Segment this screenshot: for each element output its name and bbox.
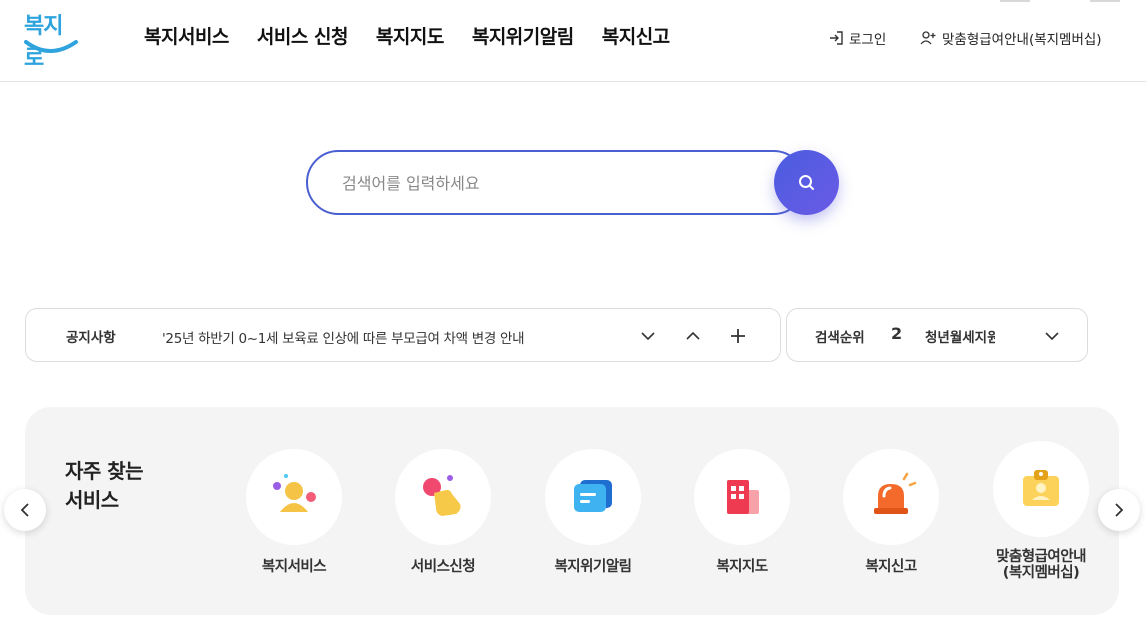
ranking-keyword[interactable]: 청년월세지원 <box>925 326 995 346</box>
search-button[interactable] <box>774 150 839 215</box>
hand-tap-icon <box>423 475 461 516</box>
notice-next-button[interactable] <box>636 324 660 348</box>
nav-service-apply[interactable]: 서비스 신청 <box>257 22 349 49</box>
login-label: 로그인 <box>849 32 887 48</box>
nav-welfare-service[interactable]: 복지서비스 <box>144 22 229 49</box>
user-plus-icon <box>920 31 936 45</box>
building-icon <box>727 480 759 514</box>
top-edge-tab <box>1000 0 1030 2</box>
chevron-right-icon <box>1115 503 1124 517</box>
top-edge-tab <box>1090 0 1120 2</box>
service-label: 복지신고 <box>865 559 917 575</box>
search-icon <box>798 174 814 190</box>
services-prev-button[interactable] <box>4 489 46 531</box>
ranking-label: 검색순위 <box>815 330 865 346</box>
service-icon-circle <box>993 441 1089 537</box>
notice-bar: 공지사항 '25년 하반기 0~1세 보육료 인상에 따른 부모급여 차액 변경… <box>25 308 781 362</box>
service-icon-circle <box>395 449 491 545</box>
service-label-line2: (복지멤버십) <box>1002 565 1080 581</box>
ranking-number: 2 <box>891 324 903 343</box>
nav-welfare-report[interactable]: 복지신고 <box>602 22 670 49</box>
site-logo[interactable]: 복지로 <box>22 8 80 71</box>
service-label-line1: 맞춤형급여안내 <box>996 549 1086 565</box>
login-link[interactable]: 로그인 <box>828 28 886 48</box>
id-card-icon <box>1023 470 1059 506</box>
search-ranking: 검색순위 2 청년월세지원 <box>786 308 1088 362</box>
service-icon-circle <box>246 449 342 545</box>
login-icon <box>830 31 843 45</box>
nav-crisis-alert[interactable]: 복지위기알림 <box>472 22 574 49</box>
search-box <box>306 150 806 215</box>
service-crisis-alert[interactable]: 복지위기알림 <box>518 449 668 575</box>
site-header: 복지로 복지서비스 서비스 신청 복지지도 복지위기알림 복지신고 로그인 맞춤… <box>0 0 1146 82</box>
service-icon-circle <box>694 449 790 545</box>
service-welfare-map[interactable]: 복지지도 <box>667 449 817 575</box>
service-label: 복지위기알림 <box>554 559 632 575</box>
person-icon <box>273 474 316 512</box>
frequent-services-panel: 자주 찾는 서비스 복지서비스 서비스신청 복지위기알림 복지지도 복지신고 맞… <box>25 407 1119 615</box>
notice-label: 공지사항 <box>66 330 116 346</box>
siren-icon <box>874 472 917 514</box>
service-label: 복지지도 <box>716 559 768 575</box>
main-nav: 복지서비스 서비스 신청 복지지도 복지위기알림 복지신고 <box>144 22 670 49</box>
notice-text[interactable]: '25년 하반기 0~1세 보육료 인상에 따른 부모급여 차액 변경 안내 <box>162 327 525 347</box>
ranking-expand-button[interactable] <box>1040 324 1064 348</box>
service-apply[interactable]: 서비스신청 <box>368 449 518 575</box>
message-icon <box>574 480 612 512</box>
services-title-line1: 자주 찾는 <box>65 459 144 483</box>
services-next-button[interactable] <box>1098 489 1140 531</box>
chevron-left-icon <box>20 503 29 517</box>
service-label: 복지서비스 <box>261 559 327 575</box>
services-title: 자주 찾는 서비스 <box>65 457 144 515</box>
service-icon-circle <box>843 449 939 545</box>
chevron-down-icon <box>641 332 655 341</box>
service-icon-circle <box>545 449 641 545</box>
membership-label: 맞춤형급여안내(복지멤버십) <box>942 32 1102 48</box>
chevron-down-icon <box>1045 332 1059 341</box>
membership-link[interactable]: 맞춤형급여안내(복지멤버십) <box>920 28 1102 48</box>
plus-icon <box>731 329 745 343</box>
nav-welfare-map[interactable]: 복지지도 <box>376 22 444 49</box>
search-input[interactable] <box>342 170 762 196</box>
services-title-line2: 서비스 <box>65 488 119 512</box>
notice-prev-button[interactable] <box>681 324 705 348</box>
notice-more-button[interactable] <box>726 324 750 348</box>
search-bar <box>306 150 839 215</box>
service-welfare-report[interactable]: 복지신고 <box>816 449 966 575</box>
service-custom-benefit[interactable]: 맞춤형급여안내 (복지멤버십) <box>966 441 1116 581</box>
logo-smile-icon <box>24 40 78 53</box>
service-label: 서비스신청 <box>410 559 476 575</box>
service-label: 맞춤형급여안내 (복지멤버십) <box>966 549 1116 581</box>
service-welfare[interactable]: 복지서비스 <box>219 449 369 575</box>
chevron-up-icon <box>686 331 700 340</box>
